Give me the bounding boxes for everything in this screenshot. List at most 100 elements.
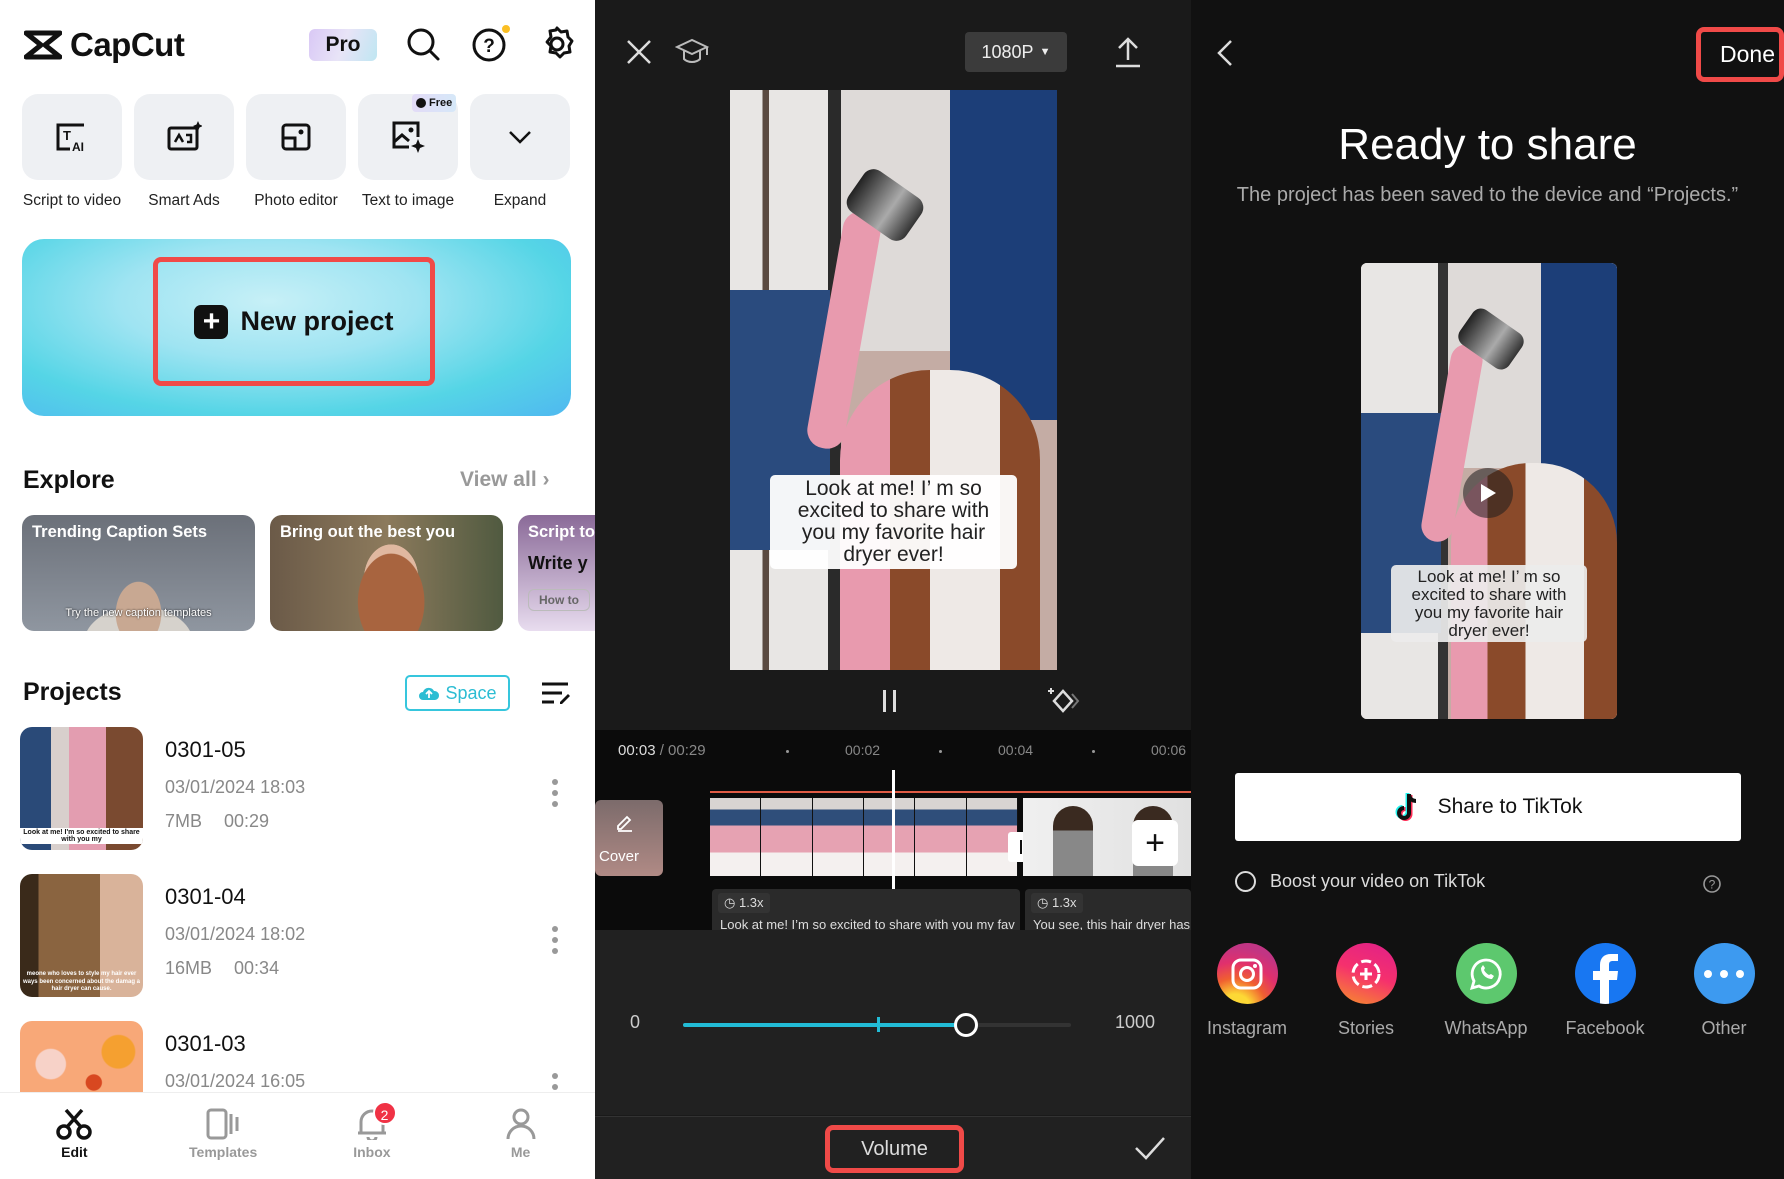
capcut-logo-icon	[24, 30, 62, 60]
clip-frame	[812, 798, 864, 876]
volume-slider-fill	[683, 1023, 967, 1027]
timeline[interactable]: 00:03 / 00:29 00:02 00:04 00:06 Cover + …	[595, 730, 1191, 930]
capcut-logo: CapCut	[24, 26, 185, 64]
nav-inbox[interactable]: 2 Inbox	[298, 1093, 447, 1179]
new-project-button[interactable]: + New project	[153, 257, 435, 386]
current-time: 00:03	[618, 742, 656, 759]
volume-slider-thumb[interactable]	[954, 1013, 979, 1037]
share-to-tiktok-button[interactable]: Share to TikTok	[1235, 773, 1741, 841]
search-icon[interactable]	[403, 24, 443, 64]
inbox-badge: 2	[372, 1101, 397, 1125]
video-clip-1[interactable]	[710, 798, 1018, 876]
add-clip-button[interactable]: +	[1132, 820, 1178, 866]
share-label: Stories	[1337, 1018, 1395, 1038]
volume-min: 0	[630, 1012, 641, 1032]
boost-option[interactable]: Boost your video on TikTok	[1235, 871, 1485, 892]
script-ai-icon: TAI	[56, 123, 84, 153]
cover-button[interactable]: Cover	[595, 800, 663, 876]
nav-label: Me	[510, 1144, 531, 1160]
done-button[interactable]: Done	[1696, 27, 1784, 82]
more-dots-icon	[1693, 943, 1755, 1004]
more-options-icon[interactable]	[552, 926, 558, 954]
boost-radio[interactable]	[1235, 871, 1256, 892]
explore-card[interactable]: Bring out the best you	[270, 515, 503, 631]
explore-card-title: Script to	[528, 523, 595, 541]
share-video-preview[interactable]: Look at me! I’ m so excited to share wit…	[1361, 263, 1617, 719]
thumbnail-caption: Look at me! I'm so excited to share with…	[20, 828, 143, 844]
boost-label: Boost your video on TikTok	[1270, 871, 1486, 891]
project-thumbnail: Look at me! I'm so excited to share with…	[20, 727, 143, 850]
speed-value: 1.3x	[738, 895, 764, 910]
bottom-nav: Edit Templates 2 Inbox Me	[0, 1092, 595, 1179]
share-instagram[interactable]: Instagram	[1197, 943, 1297, 1039]
confirm-check-icon[interactable]	[1133, 1135, 1167, 1161]
view-all-link[interactable]: View all ›	[460, 468, 550, 492]
play-button[interactable]	[1463, 468, 1513, 518]
close-icon[interactable]	[625, 38, 653, 66]
resolution-dropdown[interactable]: 1080P ▼	[965, 32, 1067, 72]
chevron-right-icon: ›	[542, 468, 550, 491]
share-stories[interactable]: Stories	[1316, 943, 1416, 1039]
project-duration: 00:29	[224, 811, 270, 831]
project-date: 03/01/2024 18:03	[165, 777, 306, 797]
more-options-icon[interactable]	[552, 779, 558, 807]
stories-icon	[1335, 943, 1397, 1004]
pro-badge[interactable]: Pro	[309, 29, 377, 61]
settings-gear-icon[interactable]	[537, 24, 577, 64]
total-time: / 00:29	[659, 742, 706, 759]
manage-list-icon[interactable]	[540, 680, 572, 706]
app-name: CapCut	[70, 26, 185, 63]
svg-text:T: T	[63, 128, 71, 143]
share-facebook[interactable]: Facebook	[1555, 943, 1655, 1039]
tool-expand[interactable]	[470, 94, 570, 180]
project-duration: 00:34	[234, 958, 280, 978]
nav-edit[interactable]: Edit	[0, 1093, 149, 1179]
share-label: WhatsApp	[1444, 1018, 1528, 1038]
back-chevron-icon[interactable]	[1215, 38, 1235, 68]
project-size: 7MB	[165, 811, 203, 831]
volume-default-tick	[877, 1017, 880, 1032]
clip-frame	[761, 798, 813, 876]
project-row[interactable]: Look at me! I'm so excited to share with…	[20, 727, 575, 852]
user-icon	[506, 1108, 536, 1140]
transition-icon	[1020, 840, 1022, 854]
volume-panel: 0 1000	[595, 930, 1191, 1115]
tool-label: Smart Ads	[148, 192, 220, 209]
tool-smart-ads[interactable]	[134, 94, 234, 180]
cover-label: Cover	[599, 848, 640, 865]
chevron-down-icon	[509, 131, 531, 144]
clip-frame	[1053, 806, 1093, 876]
tool-script-to-video[interactable]: T AI	[22, 94, 122, 180]
project-meta: 16MB 00:34	[165, 958, 279, 979]
keyframe-icon[interactable]	[1047, 686, 1081, 716]
audio-track-line	[710, 791, 1191, 793]
pause-button[interactable]	[883, 690, 903, 712]
tool-photo-editor[interactable]	[246, 94, 346, 180]
help-icon[interactable]: ?	[1702, 874, 1722, 894]
video-caption[interactable]: Look at me! I’ m so excited to share wit…	[770, 475, 1017, 570]
explore-card[interactable]: Script to Write y How to	[518, 515, 595, 631]
tool-label: Expand	[493, 192, 547, 209]
time-readout: 00:03 / 00:29	[618, 742, 706, 759]
audio-clip-1[interactable]: ◷ 1.3x Look at me! I’m so excited to sha…	[712, 889, 1020, 930]
project-row[interactable]: meone who loves to style my hair ever wa…	[20, 874, 575, 999]
text-to-image-icon	[392, 121, 425, 153]
tick-label: 00:06	[1151, 742, 1187, 758]
tutorial-cap-icon[interactable]	[675, 38, 709, 66]
volume-tab[interactable]: Volume	[825, 1125, 964, 1173]
nav-me[interactable]: Me	[446, 1093, 595, 1179]
tiktok-icon	[1395, 793, 1416, 821]
volume-slider[interactable]	[683, 1013, 1071, 1037]
nav-templates[interactable]: Templates	[149, 1093, 298, 1179]
help-icon[interactable]: ?	[470, 24, 510, 64]
tool-bar: Volume	[595, 1116, 1191, 1179]
share-other[interactable]: Other	[1674, 943, 1774, 1039]
scissors-icon	[56, 1108, 93, 1140]
share-whatsapp[interactable]: WhatsApp	[1436, 943, 1536, 1039]
video-preview[interactable]: Look at me! I’ m so excited to share wit…	[730, 90, 1057, 670]
audio-clip-2[interactable]: ◷ 1.3x You see, this hair dryer has	[1025, 889, 1191, 930]
space-button[interactable]: Space	[405, 675, 510, 711]
explore-card[interactable]: Trending Caption Sets Try the new captio…	[22, 515, 255, 631]
export-upload-icon[interactable]	[1113, 36, 1143, 68]
share-label: Other	[1701, 1018, 1747, 1038]
